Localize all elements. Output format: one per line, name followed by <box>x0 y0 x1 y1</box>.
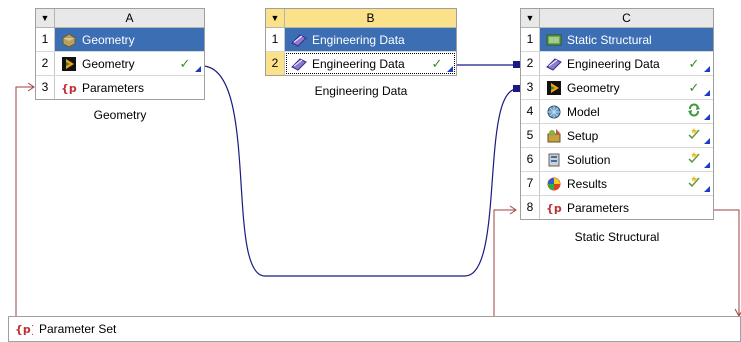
context-menu-corner-icon[interactable] <box>447 66 453 72</box>
cell-label: Engineering Data <box>312 56 405 71</box>
cell-label: Geometry <box>82 56 135 71</box>
cell-c5[interactable]: 5 Setup <box>521 124 713 148</box>
parameter-link-out-arrow <box>734 308 741 318</box>
cell-c6[interactable]: 6 Solution <box>521 148 713 172</box>
row-number: 5 <box>521 124 540 147</box>
parameters-icon: {p} <box>545 199 563 217</box>
up-to-date-check-icon: ✓ <box>688 79 700 95</box>
system-a-header[interactable]: ▼ A <box>36 9 204 28</box>
context-menu-corner-icon[interactable] <box>704 186 710 192</box>
row-number: 6 <box>521 148 540 171</box>
row-number: 1 <box>36 28 55 51</box>
row-number: 3 <box>521 76 540 99</box>
parameters-icon: {p} <box>15 320 33 338</box>
system-letter: C <box>622 11 631 25</box>
results-icon <box>545 175 563 193</box>
engineering-data-cell-icon <box>545 55 563 73</box>
up-to-date-check-icon: ✓ <box>688 55 700 71</box>
cell-b1[interactable]: 1 Engineering Data <box>266 28 456 52</box>
parameter-set-label: Parameter Set <box>39 322 117 336</box>
parameter-link-out <box>712 209 740 316</box>
cell-label: Parameters <box>82 80 145 95</box>
svg-text:{p}: {p} <box>546 202 562 215</box>
cell-label: Model <box>567 104 600 119</box>
cell-c2[interactable]: 2 Engineering Data ✓ <box>521 52 713 76</box>
cell-label: Parameters <box>567 200 630 215</box>
row-number: 2 <box>36 52 55 75</box>
system-c-header[interactable]: ▼ C <box>521 9 713 28</box>
system-a[interactable]: ▼ A 1 Geometry 2 Geometry ✓ 3 {p} Parame… <box>35 8 205 100</box>
cell-a3[interactable]: 3 {p} Parameters <box>36 76 204 99</box>
engineering-data-system-icon <box>290 31 308 49</box>
parameters-icon: {p} <box>60 79 78 97</box>
update-required-icon <box>687 175 701 192</box>
row-number: 2 <box>266 52 285 75</box>
cell-label: Geometry <box>567 80 620 95</box>
up-to-date-check-icon: ✓ <box>431 55 443 71</box>
system-letter: B <box>366 11 375 25</box>
row-number: 1 <box>521 28 540 51</box>
system-c[interactable]: ▼ C 1 Static Structural 2 Engineering Da… <box>520 8 714 220</box>
context-menu-corner-icon[interactable] <box>704 138 710 144</box>
geometry-cell-icon <box>60 55 78 73</box>
context-menu-corner-icon[interactable] <box>195 66 201 72</box>
update-required-icon <box>687 151 701 168</box>
geometry-cell-icon <box>545 79 563 97</box>
link-terminal-c2 <box>513 61 520 68</box>
engineering-data-cell-icon <box>290 55 308 73</box>
cell-label: Setup <box>567 128 599 143</box>
cell-a1[interactable]: 1 Geometry <box>36 28 204 52</box>
collapse-toggle-icon[interactable]: ▼ <box>266 9 285 27</box>
model-icon <box>545 103 563 121</box>
cell-label: Static Structural <box>567 32 652 47</box>
refresh-required-icon <box>687 103 701 120</box>
update-required-icon <box>687 127 701 144</box>
row-number: 4 <box>521 100 540 123</box>
cell-label: Engineering Data <box>312 32 405 47</box>
cell-c3[interactable]: 3 Geometry ✓ <box>521 76 713 100</box>
link-terminal-c3 <box>513 85 520 92</box>
system-b-header[interactable]: ▼ B <box>266 9 456 28</box>
cell-label: Geometry <box>82 32 135 47</box>
cell-label: Results <box>567 176 608 191</box>
cell-a2[interactable]: 2 Geometry ✓ <box>36 52 204 76</box>
row-number: 2 <box>521 52 540 75</box>
cell-b2[interactable]: 2 Engineering Data ✓ <box>266 52 456 75</box>
cell-label: Solution <box>567 152 611 167</box>
row-number: 8 <box>521 196 540 219</box>
parameter-link-a3 <box>15 86 33 316</box>
static-structural-system-icon <box>545 31 563 49</box>
cell-c4[interactable]: 4 Model <box>521 100 713 124</box>
setup-icon <box>545 127 563 145</box>
cell-c7[interactable]: 7 Results <box>521 172 713 196</box>
context-menu-corner-icon[interactable] <box>704 162 710 168</box>
row-number: 1 <box>266 28 285 51</box>
parameter-set-bar[interactable]: {p} Parameter Set <box>8 316 741 342</box>
geometry-system-icon <box>60 31 78 49</box>
system-letter: A <box>125 11 134 25</box>
system-b[interactable]: ▼ B 1 Engineering Data 2 Engineering Dat… <box>265 8 457 76</box>
svg-text:{p}: {p} <box>15 323 33 336</box>
context-menu-corner-icon[interactable] <box>704 66 710 72</box>
context-menu-corner-icon[interactable] <box>704 90 710 96</box>
system-a-caption[interactable]: Geometry <box>35 108 205 122</box>
row-number: 3 <box>36 76 55 99</box>
parameter-link-c8 <box>493 209 515 316</box>
up-to-date-check-icon: ✓ <box>179 55 191 71</box>
solution-icon <box>545 151 563 169</box>
context-menu-corner-icon[interactable] <box>704 114 710 120</box>
collapse-toggle-icon[interactable]: ▼ <box>521 9 540 27</box>
collapse-toggle-icon[interactable]: ▼ <box>36 9 55 27</box>
cell-c8[interactable]: 8 {p} Parameters <box>521 196 713 219</box>
cell-label: Engineering Data <box>567 56 660 71</box>
cell-c1[interactable]: 1 Static Structural <box>521 28 713 52</box>
system-b-caption[interactable]: Engineering Data <box>265 84 457 98</box>
svg-text:{p}: {p} <box>61 82 77 95</box>
system-c-caption[interactable]: Static Structural <box>520 230 714 244</box>
row-number: 7 <box>521 172 540 195</box>
